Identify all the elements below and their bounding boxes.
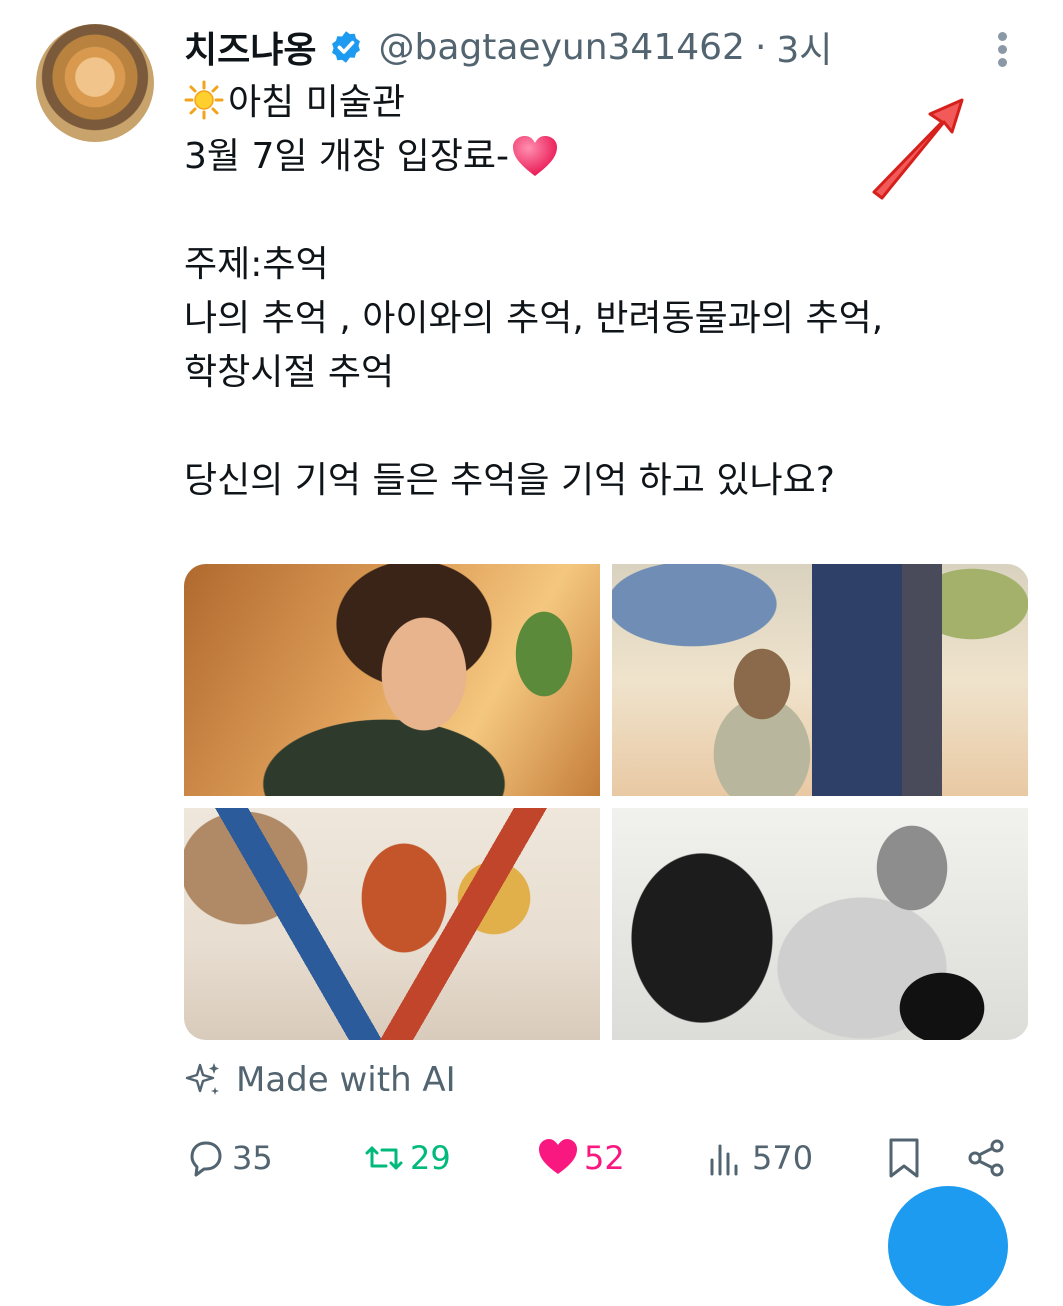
media-image-2[interactable]	[612, 564, 1028, 796]
post-time[interactable]: 3시	[776, 21, 832, 73]
media-grid	[184, 564, 1029, 1040]
more-options-icon[interactable]	[990, 28, 1016, 70]
author-name[interactable]: 치즈냐옹	[184, 21, 316, 73]
repost-count: 29	[410, 1139, 451, 1177]
text-line-1-label: 아침 미술관	[228, 82, 406, 123]
repost-icon	[365, 1146, 403, 1170]
media-image-1[interactable]	[184, 564, 600, 796]
text-line-8: 당신의 기억 들은 추억을 기억 하고 있나요?	[184, 460, 835, 501]
bookmark-icon	[889, 1138, 919, 1178]
sparkle-icon	[185, 1063, 219, 1095]
text-line-4: 주제:추억	[184, 244, 329, 285]
verified-badge-icon	[332, 31, 361, 63]
views-button[interactable]: 570	[704, 1128, 813, 1188]
sun-emoji-icon	[184, 80, 224, 120]
reply-icon	[190, 1141, 222, 1177]
media-image-4[interactable]	[612, 808, 1028, 1040]
text-line-2: 3월 7일 개장 입장료-	[184, 130, 1024, 184]
share-button[interactable]	[964, 1128, 1008, 1188]
text-line-2-label: 3월 7일 개장 입장료-	[184, 136, 509, 177]
made-with-ai-label[interactable]: Made with AI	[184, 1056, 456, 1104]
share-icon	[968, 1139, 1004, 1177]
repost-button[interactable]: 29	[362, 1128, 451, 1188]
text-line-7	[184, 400, 1024, 454]
heart-emoji-icon	[512, 136, 557, 176]
text-line-1: 아침 미술관	[184, 76, 1024, 130]
like-button[interactable]: 52	[536, 1128, 625, 1188]
separator-dot: ·	[754, 26, 767, 68]
media-image-3[interactable]	[184, 808, 600, 1040]
author-handle[interactable]: @bagtaeyun341462	[378, 27, 744, 68]
tweet-header: 치즈냐옹 @bagtaeyun341462 · 3시	[184, 22, 832, 72]
views-count: 570	[752, 1139, 814, 1177]
like-count: 52	[584, 1139, 625, 1177]
text-line-6: 학창시절 추억	[184, 352, 395, 393]
reply-button[interactable]: 35	[184, 1128, 273, 1188]
heart-icon	[539, 1139, 577, 1174]
action-bar: 35 29 52 570	[184, 1128, 1014, 1188]
views-chart-icon	[710, 1144, 738, 1176]
text-line-5: 나의 추억 , 아이와의 추억, 반려동물과의 추억,	[184, 298, 884, 339]
avatar[interactable]	[36, 24, 154, 142]
compose-fab-button[interactable]	[888, 1186, 1008, 1306]
text-line-3	[184, 184, 1024, 238]
bookmark-button[interactable]	[882, 1128, 926, 1188]
reply-count: 35	[232, 1139, 273, 1177]
tweet-text: 아침 미술관 3월 7일 개장 입장료- 주제:추억 나의 추억 , 아이와의 …	[184, 76, 1024, 508]
made-with-ai-text: Made with AI	[236, 1060, 456, 1100]
